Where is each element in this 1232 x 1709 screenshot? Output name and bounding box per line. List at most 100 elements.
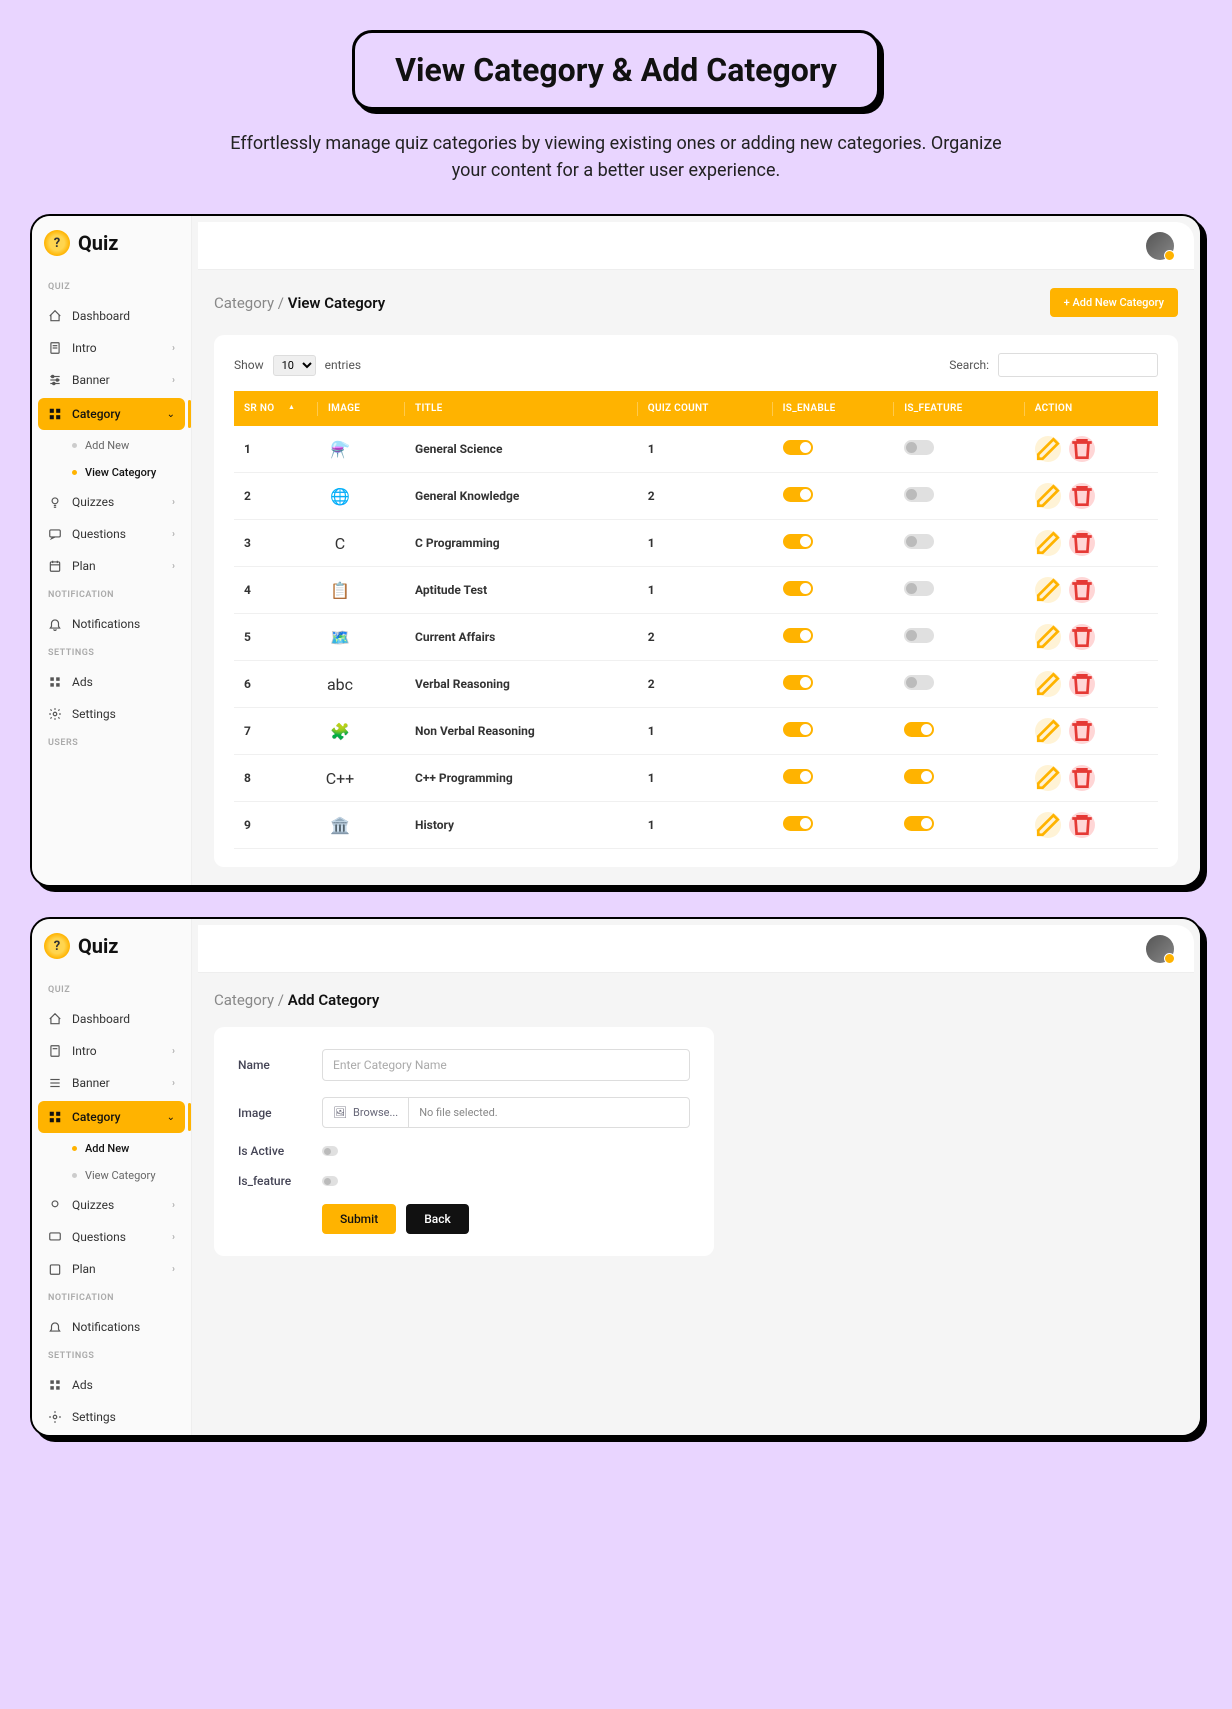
chevron-right-icon: › [172, 561, 175, 572]
sidebar-item-plan[interactable]: Plan› [32, 550, 191, 582]
enable-toggle[interactable] [783, 816, 813, 831]
feature-toggle[interactable] [904, 816, 934, 831]
cell-title: Non Verbal Reasoning [405, 708, 638, 755]
page-subtitle: Effortlessly manage quiz categories by v… [216, 130, 1016, 184]
col-feature[interactable]: IS_FEATURE [894, 391, 1025, 426]
feature-toggle[interactable] [904, 581, 934, 596]
enable-toggle[interactable] [783, 534, 813, 549]
page-title-card: View Category & Add Category [352, 30, 880, 110]
edit-button[interactable] [1035, 671, 1061, 697]
feature-toggle[interactable] [904, 534, 934, 549]
col-title[interactable]: TITLE [405, 391, 638, 426]
feature-toggle[interactable] [904, 722, 934, 737]
feature-toggle[interactable] [904, 440, 934, 455]
sidebar-item-settings[interactable]: Settings [32, 698, 191, 730]
cell-count: 2 [638, 661, 773, 708]
sidebar-item-notifications[interactable]: Notifications [32, 608, 191, 640]
col-action[interactable]: ACTION [1025, 391, 1158, 426]
delete-button[interactable] [1069, 671, 1095, 697]
edit-button[interactable] [1035, 624, 1061, 650]
avatar[interactable] [1146, 232, 1174, 260]
edit-button[interactable] [1035, 765, 1061, 791]
delete-button[interactable] [1069, 577, 1095, 603]
edit-button[interactable] [1035, 436, 1061, 462]
delete-button[interactable] [1069, 718, 1095, 744]
chat-icon [48, 527, 62, 541]
feature-toggle[interactable] [904, 628, 934, 643]
edit-button[interactable] [1035, 577, 1061, 603]
table-row: 8 C++ C++ Programming 1 [234, 755, 1158, 802]
enable-toggle[interactable] [783, 487, 813, 502]
cell-action [1025, 614, 1158, 661]
enable-toggle[interactable] [783, 440, 813, 455]
enable-toggle[interactable] [783, 722, 813, 737]
enable-toggle[interactable] [783, 769, 813, 784]
feature-toggle[interactable] [904, 487, 934, 502]
cell-title: Current Affairs [405, 614, 638, 661]
sidebar-item-category[interactable]: Category⌄ [38, 398, 185, 430]
search-input[interactable] [998, 353, 1158, 377]
enable-toggle[interactable] [783, 628, 813, 643]
sidebar-item-banner[interactable]: Banner› [32, 364, 191, 396]
browse-button[interactable]: 🖼Browse... [323, 1098, 409, 1127]
delete-button[interactable] [1069, 483, 1095, 509]
name-label: Name [238, 1058, 308, 1072]
back-button[interactable]: Back [406, 1204, 469, 1234]
col-count[interactable]: QUIZ COUNT [638, 391, 773, 426]
home-icon [48, 1012, 62, 1026]
sidebar-item-ads[interactable]: Ads [32, 666, 191, 698]
delete-button[interactable] [1069, 530, 1095, 556]
sidebar-sub-add-new[interactable]: Add New [32, 1135, 191, 1162]
is-feature-toggle[interactable] [322, 1176, 338, 1186]
delete-button[interactable] [1069, 436, 1095, 462]
cell-count: 1 [638, 802, 773, 849]
file-picker[interactable]: 🖼Browse... No file selected. [322, 1097, 690, 1128]
app-name: Quiz [78, 231, 118, 255]
grid-icon [48, 1110, 62, 1124]
add-new-category-button[interactable]: + Add New Category [1050, 288, 1178, 317]
delete-button[interactable] [1069, 765, 1095, 791]
name-field[interactable] [322, 1049, 690, 1081]
add-category-form: Name Image 🖼Browse... No file selected. … [214, 1027, 714, 1256]
grid-small-icon [48, 675, 62, 689]
is-active-toggle[interactable] [322, 1146, 338, 1156]
delete-button[interactable] [1069, 624, 1095, 650]
sidebar-item-quizzes[interactable]: Quizzes› [32, 1189, 191, 1221]
sidebar-item-questions[interactable]: Questions› [32, 518, 191, 550]
image-icon: 🖼 [333, 1106, 347, 1119]
delete-button[interactable] [1069, 812, 1095, 838]
sidebar-item-intro[interactable]: Intro› [32, 332, 191, 364]
sidebar-item-settings[interactable]: Settings [32, 1401, 191, 1433]
cell-action [1025, 661, 1158, 708]
edit-button[interactable] [1035, 483, 1061, 509]
sidebar-item-category[interactable]: Category⌄ [38, 1101, 185, 1133]
sidebar-item-intro[interactable]: Intro› [32, 1035, 191, 1067]
sidebar-item-dashboard[interactable]: Dashboard [32, 300, 191, 332]
enable-toggle[interactable] [783, 581, 813, 596]
col-sr[interactable]: SR NO [234, 391, 318, 426]
entries-select[interactable]: 10 [273, 355, 316, 376]
col-image[interactable]: IMAGE [318, 391, 405, 426]
edit-button[interactable] [1035, 530, 1061, 556]
cell-sr: 4 [234, 567, 318, 614]
sidebar-item-dashboard[interactable]: Dashboard [32, 1003, 191, 1035]
enable-toggle[interactable] [783, 675, 813, 690]
sidebar-sub-view-category[interactable]: View Category [32, 459, 191, 486]
edit-button[interactable] [1035, 718, 1061, 744]
sidebar-sub-add-new[interactable]: Add New [32, 432, 191, 459]
sidebar-item-plan[interactable]: Plan› [32, 1253, 191, 1285]
sidebar-item-banner[interactable]: Banner› [32, 1067, 191, 1099]
cell-sr: 7 [234, 708, 318, 755]
sidebar-item-ads[interactable]: Ads [32, 1369, 191, 1401]
sidebar-item-quizzes[interactable]: Quizzes› [32, 486, 191, 518]
sidebar-item-questions[interactable]: Questions› [32, 1221, 191, 1253]
edit-button[interactable] [1035, 812, 1061, 838]
submit-button[interactable]: Submit [322, 1204, 396, 1234]
feature-toggle[interactable] [904, 769, 934, 784]
avatar[interactable] [1146, 935, 1174, 963]
chevron-down-icon: ⌄ [167, 1112, 175, 1123]
sidebar-item-notifications[interactable]: Notifications [32, 1311, 191, 1343]
sidebar-sub-view-category[interactable]: View Category [32, 1162, 191, 1189]
feature-toggle[interactable] [904, 675, 934, 690]
col-enable[interactable]: IS_ENABLE [773, 391, 895, 426]
